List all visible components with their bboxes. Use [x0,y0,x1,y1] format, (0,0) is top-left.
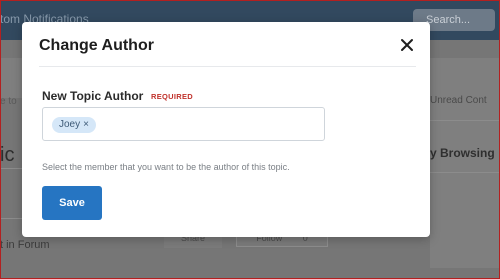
background-divider [0,218,22,219]
background-left-fragment: e to [0,96,17,107]
background-browsing-heading: y Browsing [430,146,495,160]
dialog-divider [39,66,416,67]
background-forum-link: t in Forum [0,239,50,251]
field-help-text: Select the member that you want to be th… [42,162,290,172]
selected-member-name: Joey [59,119,81,130]
background-topic-title: ic [0,144,15,166]
dialog-title: Change Author [39,37,154,54]
selected-member-token: Joey × [52,117,96,133]
close-icon [401,39,413,51]
background-divider [430,120,500,121]
close-button[interactable] [399,37,415,53]
save-button[interactable]: Save [42,186,102,220]
remove-token-icon[interactable]: × [83,119,89,130]
background-left-panel [0,58,22,98]
author-select-input[interactable]: Joey × [42,107,325,141]
page: tom Notifications Search... e to ic Unre… [0,0,500,279]
background-unread-tab: Unread Cont [430,95,487,106]
background-right-panel [430,58,500,268]
required-badge: REQUIRED [151,92,193,101]
background-divider [430,172,500,173]
background-divider [0,168,22,169]
new-topic-author-label: New Topic Author [42,89,144,103]
change-author-dialog: Change Author New Topic Author REQUIRED … [22,22,430,237]
